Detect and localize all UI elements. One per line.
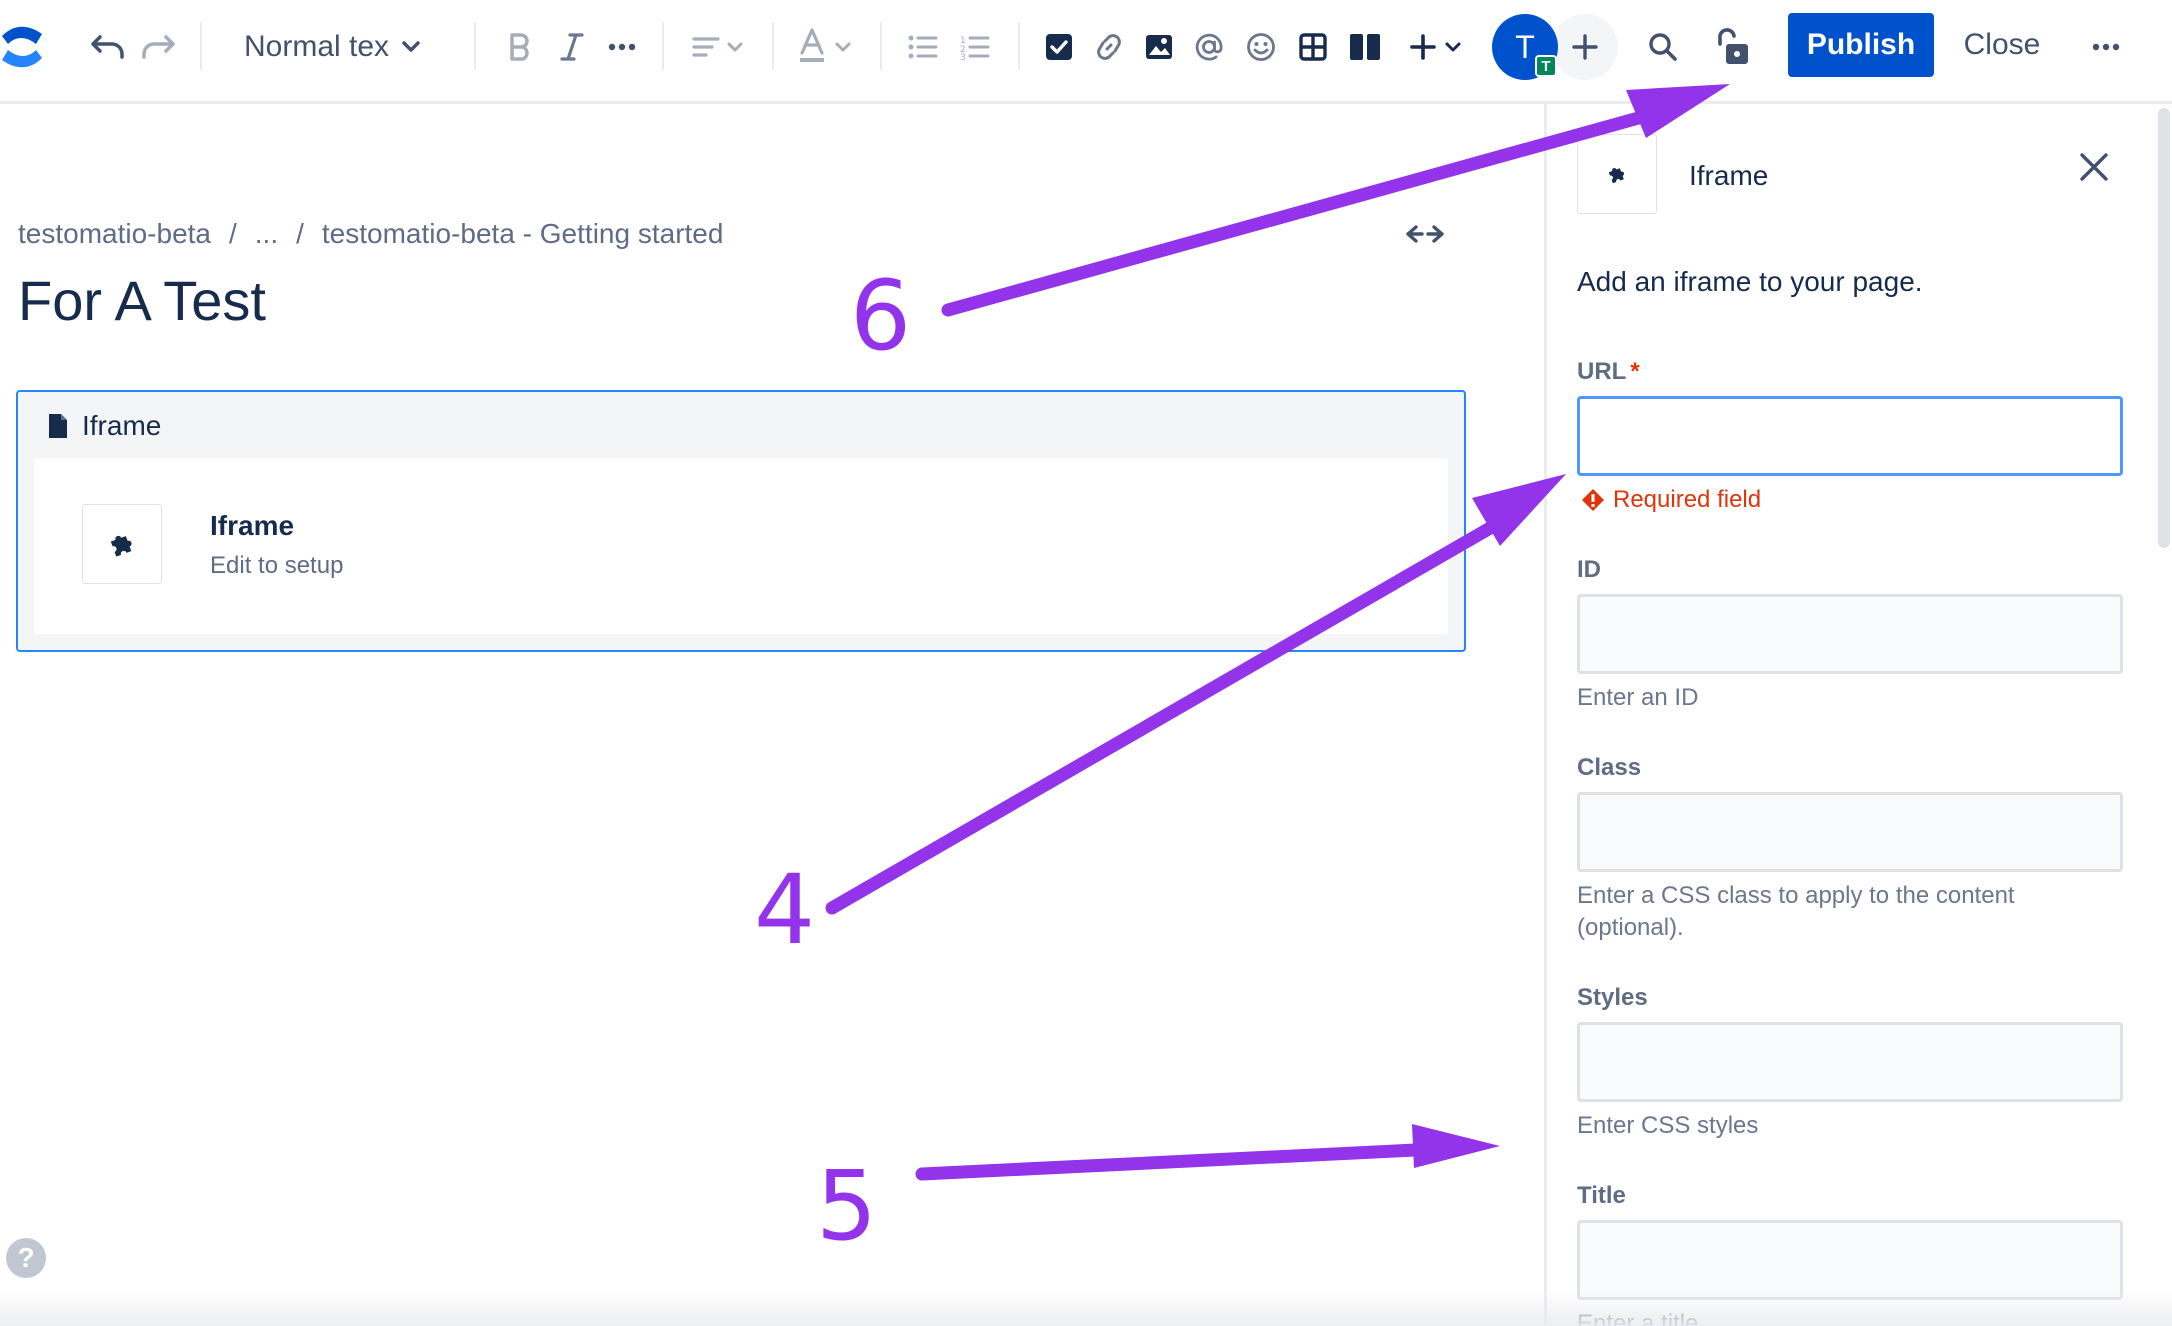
link-icon[interactable]: [1090, 28, 1128, 66]
toolbar-divider: [772, 22, 774, 70]
svg-text:3: 3: [960, 53, 966, 60]
mention-icon[interactable]: [1190, 28, 1228, 66]
restrictions-lock-icon[interactable]: [1712, 26, 1752, 68]
chevron-down-icon[interactable]: [400, 36, 422, 58]
numbered-list-icon[interactable]: 123: [956, 28, 994, 66]
expand-width-icon: [1406, 225, 1444, 243]
url-input[interactable]: [1577, 396, 2123, 476]
puzzle-piece-icon: [1577, 134, 1657, 214]
panel-description: Add an iframe to your page.: [1577, 266, 1923, 297]
toolbar-divider: [474, 22, 476, 70]
toolbar-divider: [200, 22, 202, 70]
macro-header: Iframe: [48, 410, 161, 442]
emoji-icon[interactable]: [1242, 28, 1280, 66]
text-color-icon[interactable]: [794, 24, 830, 68]
page-width-toggle[interactable]: [1404, 220, 1446, 253]
id-label: ID: [1577, 556, 1601, 583]
confluence-logo-icon[interactable]: [0, 22, 44, 72]
bold-icon[interactable]: [500, 26, 540, 68]
toolbar-divider: [662, 22, 664, 70]
iframe-macro-block[interactable]: Iframe Iframe Edit to setup: [16, 390, 1466, 652]
avatar-initial: T: [1515, 28, 1535, 65]
bullet-list-icon[interactable]: [904, 28, 942, 66]
align-icon[interactable]: [686, 28, 726, 66]
styles-input[interactable]: [1577, 1022, 2123, 1102]
publish-button[interactable]: Publish: [1788, 13, 1934, 77]
url-error: Required field: [1581, 486, 1761, 514]
document-icon: [49, 414, 67, 438]
close-panel-button[interactable]: [2073, 146, 2115, 188]
text-style-dropdown[interactable]: Normal tex: [244, 18, 426, 76]
breadcrumb-separator: /: [229, 218, 237, 249]
class-input[interactable]: [1577, 792, 2123, 872]
styles-help: Enter CSS styles: [1577, 1112, 1759, 1139]
id-input[interactable]: [1577, 594, 2123, 674]
annotation-number-5: 5: [816, 1150, 878, 1262]
more-actions-icon[interactable]: [2086, 36, 2126, 58]
chevron-down-icon[interactable]: [1442, 38, 1464, 56]
puzzle-piece-icon: [82, 504, 162, 584]
image-icon[interactable]: [1140, 28, 1178, 66]
insert-plus-icon[interactable]: [1404, 28, 1442, 66]
avatar-status-badge: T: [1535, 55, 1557, 77]
title-input[interactable]: [1577, 1220, 2123, 1300]
styles-label: Styles: [1577, 984, 1648, 1011]
help-label: ?: [17, 1242, 35, 1273]
breadcrumb: testomatio-beta /... / testomatio-beta - Ge…: [18, 218, 723, 250]
url-error-text: Required field: [1613, 486, 1762, 513]
url-label-text: URL: [1577, 358, 1627, 385]
class-help: Enter a CSS class to apply to the conten…: [1577, 882, 2015, 941]
error-icon: [1582, 489, 1604, 511]
toolbar-divider: [1018, 22, 1020, 70]
close-button[interactable]: Close: [1950, 13, 2054, 77]
annotation-arrow-5: [915, 1143, 1423, 1181]
annotation-number-6: 6: [850, 260, 912, 372]
text-style-value: Normal tex: [244, 30, 390, 63]
title-label: Title: [1577, 1182, 1626, 1209]
breadcrumb-item-parent[interactable]: testomatio-beta - Getting started: [322, 218, 724, 249]
macro-body[interactable]: Iframe Edit to setup: [34, 458, 1448, 634]
annotation-number-4: 4: [754, 854, 816, 966]
add-collaborator-button[interactable]: [1552, 14, 1618, 80]
breadcrumb-item-collapsed[interactable]: ...: [255, 218, 278, 249]
chevron-down-icon[interactable]: [724, 38, 746, 56]
panel-scrollbar[interactable]: [2158, 108, 2170, 548]
toolbar-divider: [880, 22, 882, 70]
search-icon[interactable]: [1644, 28, 1682, 66]
page-title[interactable]: For A Test: [18, 268, 266, 333]
annotation-arrowhead-5: [1412, 1124, 1500, 1168]
help-button[interactable]: ?: [6, 1238, 46, 1278]
chevron-down-icon[interactable]: [832, 38, 854, 56]
add-collaborator-icon: [1572, 34, 1598, 60]
macro-subtitle: Edit to setup: [210, 552, 344, 579]
breadcrumb-separator: /: [296, 218, 304, 249]
checkbox-icon[interactable]: [1040, 28, 1078, 66]
avatar-badge-initial: T: [1541, 57, 1551, 75]
title-help: Enter a title: [1577, 1310, 1699, 1326]
undo-icon[interactable]: [88, 26, 128, 66]
italic-icon[interactable]: [552, 26, 592, 68]
editor-toolbar: Normal tex 123 T T Publish Close: [0, 0, 2172, 104]
table-icon[interactable]: [1294, 28, 1332, 66]
breadcrumb-item-space[interactable]: testomatio-beta: [18, 218, 211, 249]
layout-icon[interactable]: [1346, 28, 1384, 66]
class-label: Class: [1577, 754, 1642, 781]
url-label: URL *: [1577, 358, 1640, 386]
redo-icon[interactable]: [138, 26, 178, 66]
id-help: Enter an ID: [1577, 684, 1699, 711]
close-icon: [2080, 153, 2108, 181]
more-formatting-icon[interactable]: [602, 26, 642, 68]
required-asterisk: *: [1630, 358, 1640, 385]
macro-title: Iframe: [210, 510, 295, 541]
macro-config-panel: Iframe Add an iframe to your page. URL * …: [1544, 104, 2172, 1326]
panel-title: Iframe: [1689, 160, 1769, 191]
macro-header-label: Iframe: [82, 410, 162, 441]
